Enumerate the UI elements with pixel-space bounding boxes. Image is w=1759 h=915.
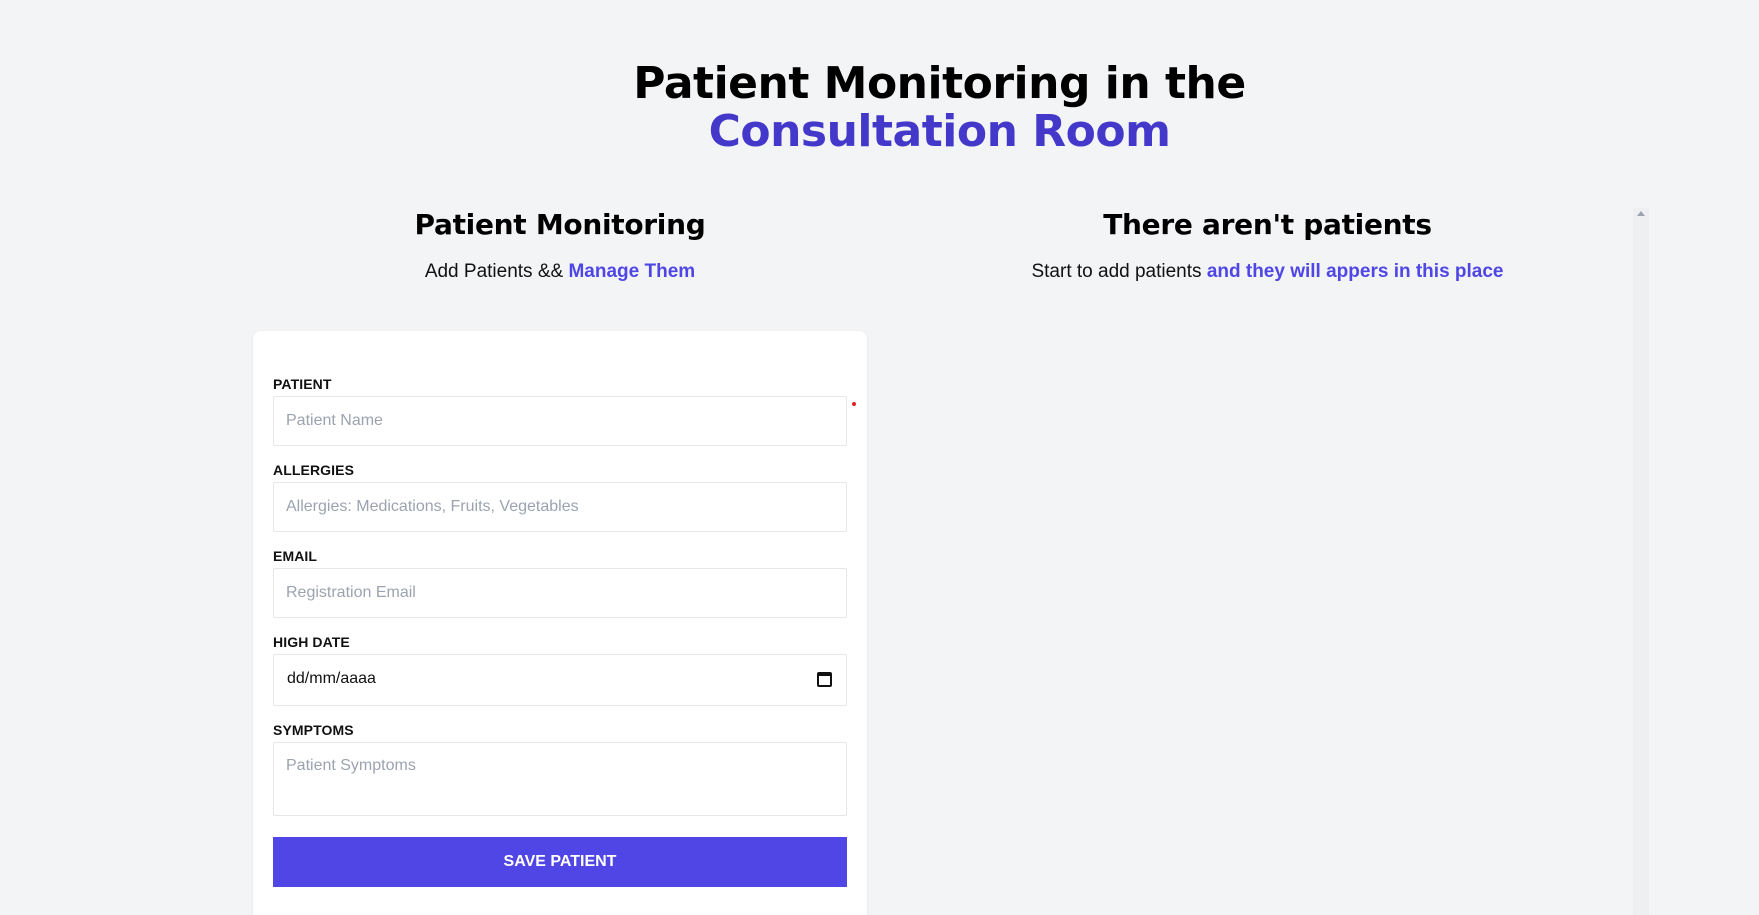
patient-field: Patient [273, 376, 847, 446]
calendar-icon[interactable] [817, 672, 832, 687]
allergies-input[interactable] [273, 482, 847, 532]
scrollbar[interactable] [1633, 208, 1649, 915]
empty-list-title: There aren't patients [1103, 208, 1432, 241]
empty-list-subtitle-prefix: Start to add patients [1031, 261, 1202, 282]
date-input-value: dd/mm/aaaa [287, 670, 376, 687]
email-field-group: Email [273, 548, 847, 618]
email-input[interactable] [273, 568, 847, 618]
date-input[interactable]: dd/mm/aaaa [273, 654, 847, 706]
symptoms-label: Symptoms [273, 722, 354, 738]
date-label: High Date [273, 634, 350, 650]
page: Patient Monitoring in the Consultation R… [0, 0, 1759, 915]
email-label: Email [273, 548, 318, 564]
form-section-subtitle: Add Patients && Manage Them [253, 259, 867, 285]
allergies-label: Allergies [273, 462, 355, 478]
patients-list-section: There aren't patients Start to add patie… [900, 205, 1635, 285]
scroll-up-arrow-icon[interactable] [1637, 211, 1645, 216]
form-section-title: Patient Monitoring [414, 208, 706, 241]
symptoms-field: Symptoms [273, 722, 847, 821]
save-patient-button[interactable]: Save Patient [273, 837, 847, 887]
required-indicator-dot [852, 402, 856, 406]
form-subtitle-prefix: Add Patients && [424, 261, 564, 282]
page-title-accent: Consultation Room [708, 106, 1171, 157]
patient-label: Patient [273, 376, 332, 392]
form-subtitle-accent: Manage Them [568, 261, 696, 282]
symptoms-textarea[interactable] [273, 742, 847, 816]
empty-list-subtitle-accent: and they will appers in this place [1206, 261, 1504, 282]
patient-name-input[interactable] [273, 396, 847, 446]
allergies-field: Allergies [273, 462, 847, 532]
form-section-header: Patient Monitoring Add Patients && Manag… [253, 205, 867, 285]
date-field: High Date dd/mm/aaaa [273, 634, 847, 706]
empty-list-subtitle: Start to add patients and they will appe… [900, 259, 1635, 285]
page-title-prefix: Patient Monitoring in the [633, 58, 1246, 109]
patient-form: Patient Allergies Email High Date dd/mm/… [253, 331, 867, 915]
page-title: Patient Monitoring in the Consultation R… [0, 60, 1759, 156]
